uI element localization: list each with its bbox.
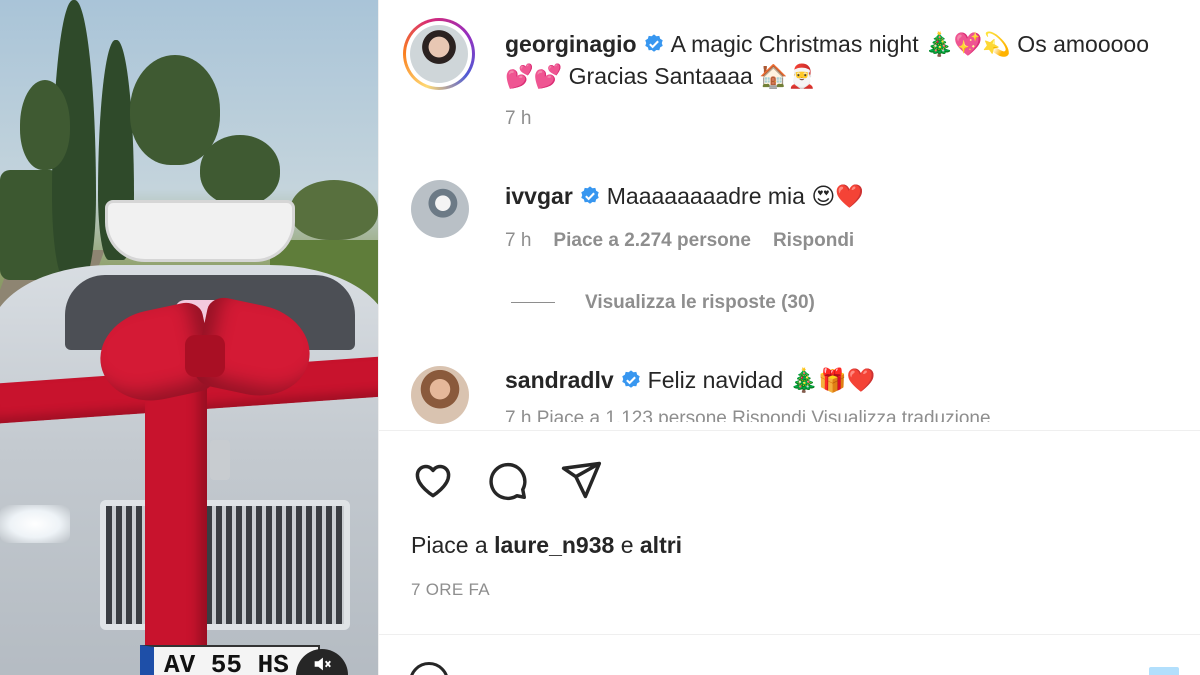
comment: sandradlv Feliz navidad 🎄🎁❤️ xyxy=(505,364,875,396)
comment-time: 7 h xyxy=(505,230,532,251)
comment-likes-link[interactable]: Piace a 2.274 persone xyxy=(553,230,751,251)
comment-meta-cut: 7 h Piace a 1.123 persone Rispondi Visua… xyxy=(505,408,991,422)
comment-username[interactable]: sandradlv xyxy=(505,367,614,393)
emoji-icon[interactable] xyxy=(409,662,449,675)
car-grille xyxy=(100,500,350,630)
paper-plane-icon xyxy=(561,461,602,499)
car-headlight xyxy=(0,505,70,543)
comment-text: Maaaaaaaadre mia 😍❤️ xyxy=(606,183,864,209)
author-avatar[interactable] xyxy=(403,18,475,90)
hedge xyxy=(0,170,60,280)
liker-username[interactable]: laure_n938 xyxy=(494,532,614,558)
gift-bow-knot xyxy=(185,335,225,377)
commenter-avatar[interactable] xyxy=(411,180,469,238)
caption-text-line1: A magic Christmas night 🎄💖💫 Os amooooo xyxy=(670,31,1149,57)
divider xyxy=(379,430,1200,431)
view-replies-label: Visualizza le risposte (30) xyxy=(585,292,815,313)
action-bar xyxy=(411,458,603,502)
comment-button[interactable] xyxy=(485,458,529,502)
pine-tree xyxy=(200,135,280,205)
verified-badge-icon xyxy=(644,34,663,52)
pine-tree xyxy=(130,55,220,165)
car-emblem xyxy=(210,440,230,480)
reply-button[interactable]: Rispondi xyxy=(773,230,854,251)
divider xyxy=(379,634,1200,635)
likes-others-link[interactable]: altri xyxy=(640,532,682,558)
caption: georginagio A magic Christmas night 🎄💖💫 O… xyxy=(505,28,1200,60)
tree xyxy=(20,80,70,170)
share-button[interactable] xyxy=(559,458,603,502)
comment-text: Feliz navidad 🎄🎁❤️ xyxy=(647,367,876,393)
comment-meta: 7 h Piace a 2.274 persone Rispondi xyxy=(505,230,854,252)
commenter-avatar[interactable] xyxy=(411,366,469,424)
likes-connector: e xyxy=(620,532,634,558)
like-button[interactable] xyxy=(411,458,455,502)
verified-badge-icon xyxy=(621,370,640,388)
post-video[interactable]: AV 55 HS xyxy=(0,0,378,675)
post-comment-button[interactable] xyxy=(1149,667,1179,675)
speaker-muted-icon xyxy=(314,657,331,671)
replies-divider-line xyxy=(511,302,555,304)
post-time-ago: 7 ORE FA xyxy=(411,580,490,599)
comment: ivvgar Maaaaaaaadre mia 😍❤️ xyxy=(505,180,864,212)
verified-badge-icon xyxy=(581,186,599,204)
author-username[interactable]: georginagio xyxy=(505,31,637,57)
comment-bubble-icon xyxy=(489,462,527,501)
likes-summary: Piace a laure_n938 e altri xyxy=(411,532,682,559)
bush xyxy=(290,180,378,240)
likes-prefix: Piace a xyxy=(411,532,488,558)
caption-text-line2: 💕💕 Gracias Santaaaa 🏠🎅 xyxy=(505,63,817,89)
heart-icon xyxy=(415,464,451,498)
car-roof xyxy=(105,200,295,262)
license-plate: AV 55 HS xyxy=(140,645,320,675)
comments-panel: georginagio A magic Christmas night 🎄💖💫 O… xyxy=(378,0,1200,675)
caption-time: 7 h xyxy=(505,108,532,129)
gift-ribbon-vertical xyxy=(145,370,207,675)
comment-username[interactable]: ivvgar xyxy=(505,183,573,209)
view-replies-button[interactable]: Visualizza le risposte (30) xyxy=(511,292,815,314)
